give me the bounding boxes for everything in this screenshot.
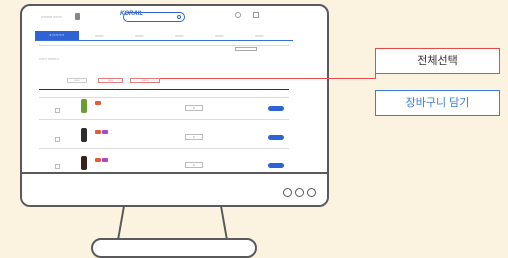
row-1-product-image[interactable] xyxy=(81,99,87,113)
phone-icon xyxy=(75,13,80,20)
monitor-base xyxy=(91,238,257,258)
row-1-qty-stepper[interactable]: 1 xyxy=(185,105,203,111)
row-1-badge xyxy=(95,101,101,105)
nav-item-3[interactable]: ▭▭▭ xyxy=(175,34,184,38)
cart-icon[interactable] xyxy=(253,12,259,18)
add-selected-to-cart-button[interactable]: ▭▭▭ xyxy=(130,78,160,83)
row-2-badge-2 xyxy=(102,130,108,134)
add-to-cart-callout: 장바구니 담기 xyxy=(375,90,500,116)
row-2-badge xyxy=(95,130,101,134)
row-divider xyxy=(39,119,289,120)
table-header-top xyxy=(39,89,289,90)
nav-item-4[interactable]: ▭▭▭ xyxy=(215,34,224,38)
divider xyxy=(39,45,289,46)
search-icon[interactable] xyxy=(177,15,181,19)
row-2-checkbox[interactable] xyxy=(55,137,60,142)
select-all-button[interactable]: ▭▭ xyxy=(67,78,87,83)
select-all-callout: 전체선택 xyxy=(375,48,500,74)
row-1-checkbox[interactable] xyxy=(55,108,60,113)
monitor-dot-icon xyxy=(295,188,304,197)
monitor-bezel xyxy=(22,174,327,205)
delete-button[interactable]: ▭▭ xyxy=(98,78,123,83)
table-header-bottom xyxy=(39,97,289,98)
nav-item-5[interactable]: ▭▭▭ xyxy=(255,34,264,38)
nav-item-2[interactable]: ▭▭▭ xyxy=(135,34,144,38)
breadcrumb: ▭▭ > ▭▭▭ > xyxy=(39,57,60,61)
row-2-product-image[interactable] xyxy=(81,128,87,142)
category-menu-button[interactable]: ≡ ▭▭▭▭ xyxy=(35,31,79,40)
row-1-cart-button[interactable] xyxy=(268,106,284,111)
row-3-checkbox[interactable] xyxy=(55,164,60,169)
monitor-stand-right xyxy=(220,206,228,240)
monitor-stand-left xyxy=(117,206,125,240)
sort-select[interactable] xyxy=(235,47,257,51)
header-left-text: ▭▭▭▭ ▭▭▭ xyxy=(41,15,62,19)
row-divider xyxy=(39,148,289,149)
row-3-cart-button[interactable] xyxy=(268,163,284,168)
row-3-product-image[interactable] xyxy=(81,156,87,170)
screen: ▭▭▭▭ ▭▭▭ KORAIL ≡ ▭▭▭▭ ▭▭▭ ▭▭▭ ▭▭▭ ▭▭▭ ▭… xyxy=(35,9,293,173)
row-3-badge-2 xyxy=(102,158,108,162)
select-all-connector xyxy=(160,78,376,79)
row-2-cart-button[interactable] xyxy=(268,135,284,140)
row-2-qty-stepper[interactable]: 1 xyxy=(185,134,203,140)
monitor-dot-icon xyxy=(283,188,292,197)
monitor-dot-icon xyxy=(307,188,316,197)
user-icon[interactable] xyxy=(235,12,241,18)
search-box[interactable] xyxy=(123,12,185,22)
nav-item-1[interactable]: ▭▭▭ xyxy=(95,34,104,38)
row-3-qty-stepper[interactable]: 1 xyxy=(185,162,203,168)
row-3-badge xyxy=(95,158,101,162)
